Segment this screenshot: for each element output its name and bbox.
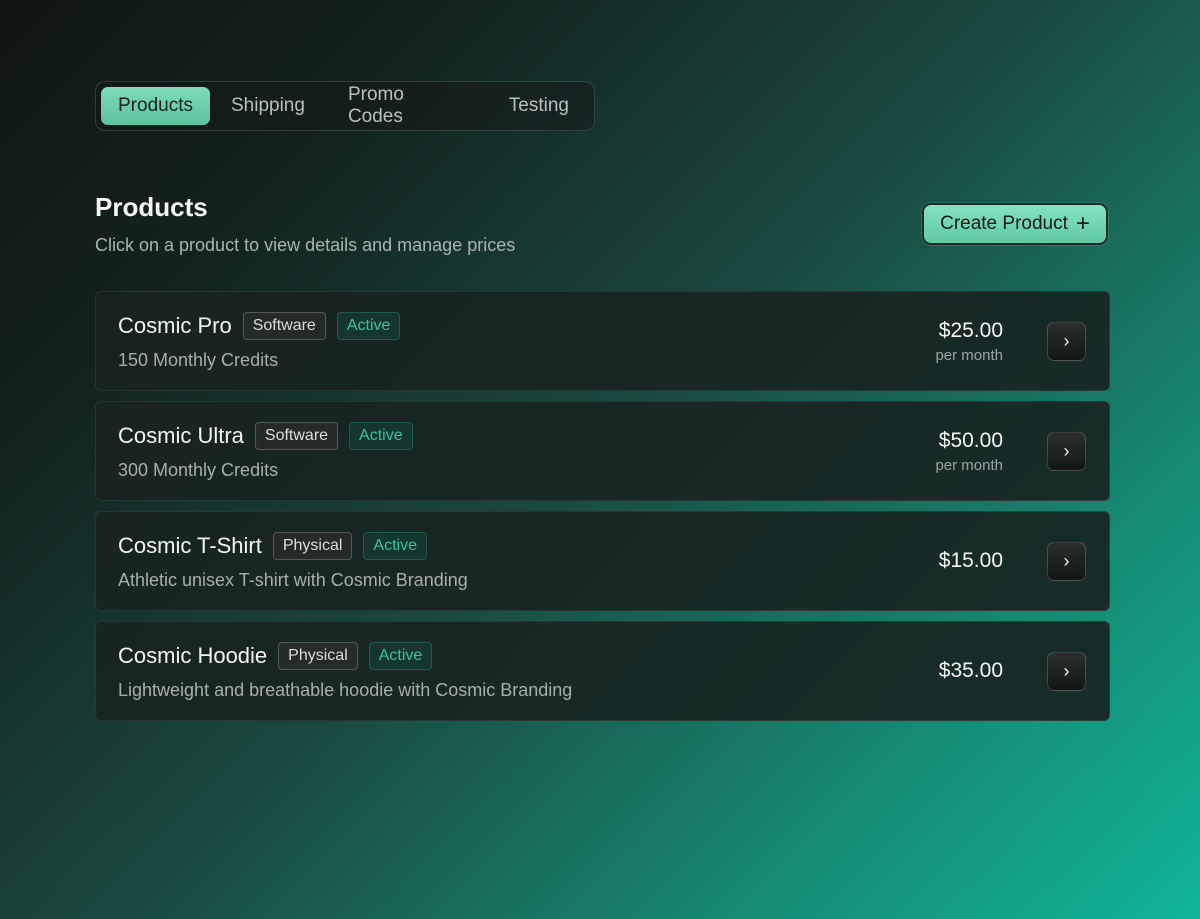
product-price: $15.00 [938, 549, 1003, 572]
product-description: Lightweight and breathable hoodie with C… [118, 680, 573, 700]
price-period: per month [935, 456, 1003, 474]
product-list: Cosmic Pro Software Active 150 Monthly C… [95, 291, 1110, 731]
product-description: 300 Monthly Credits [118, 460, 279, 480]
product-card[interactable]: Cosmic Pro Software Active 150 Monthly C… [95, 291, 1110, 391]
product-type-badge: Software [242, 312, 326, 340]
page-subtitle: Click on a product to view details and m… [95, 235, 516, 255]
product-type-badge: Physical [272, 532, 353, 560]
price-period: per month [935, 346, 1003, 364]
tab-shipping[interactable]: Shipping [214, 87, 322, 125]
product-card[interactable]: Cosmic T-Shirt Physical Active Athletic … [95, 511, 1110, 611]
product-price: $50.00 [938, 428, 1003, 452]
plus-icon: + [1075, 210, 1090, 237]
status-badge: Active [349, 422, 413, 450]
product-name: Cosmic Hoodie [118, 643, 268, 668]
tab-products[interactable]: Products [101, 87, 210, 125]
tab-testing[interactable]: Testing [489, 87, 589, 125]
tab-promo-codes[interactable]: Promo Codes [326, 84, 485, 127]
chevron-right-icon[interactable]: › [1047, 652, 1086, 691]
create-product-button[interactable]: Create Product + [922, 203, 1108, 245]
product-description: 150 Monthly Credits [118, 350, 279, 370]
status-badge: Active [336, 312, 401, 340]
page-title: Products [95, 192, 208, 222]
status-badge: Active [368, 642, 433, 670]
tab-bar: Products Shipping Promo Codes Testing [95, 81, 595, 131]
product-card[interactable]: Cosmic Ultra Software Active 300 Monthly… [95, 401, 1110, 501]
product-price: $35.00 [938, 659, 1003, 682]
product-type-badge: Physical [278, 642, 358, 670]
product-card[interactable]: Cosmic Hoodie Physical Active Lightweigh… [95, 621, 1110, 721]
chevron-right-icon[interactable]: › [1047, 432, 1086, 471]
product-name: Cosmic Ultra [118, 423, 244, 448]
chevron-right-icon[interactable]: › [1047, 322, 1086, 361]
product-type-badge: Software [254, 422, 339, 450]
product-name: Cosmic Pro [118, 313, 232, 338]
product-name: Cosmic T-Shirt [118, 533, 262, 558]
create-product-label: Create Product [940, 213, 1068, 234]
product-description: Athletic unisex T-shirt with Cosmic Bran… [118, 570, 468, 590]
status-badge: Active [363, 532, 427, 560]
chevron-right-icon[interactable]: › [1047, 542, 1086, 581]
product-price: $25.00 [938, 318, 1003, 342]
